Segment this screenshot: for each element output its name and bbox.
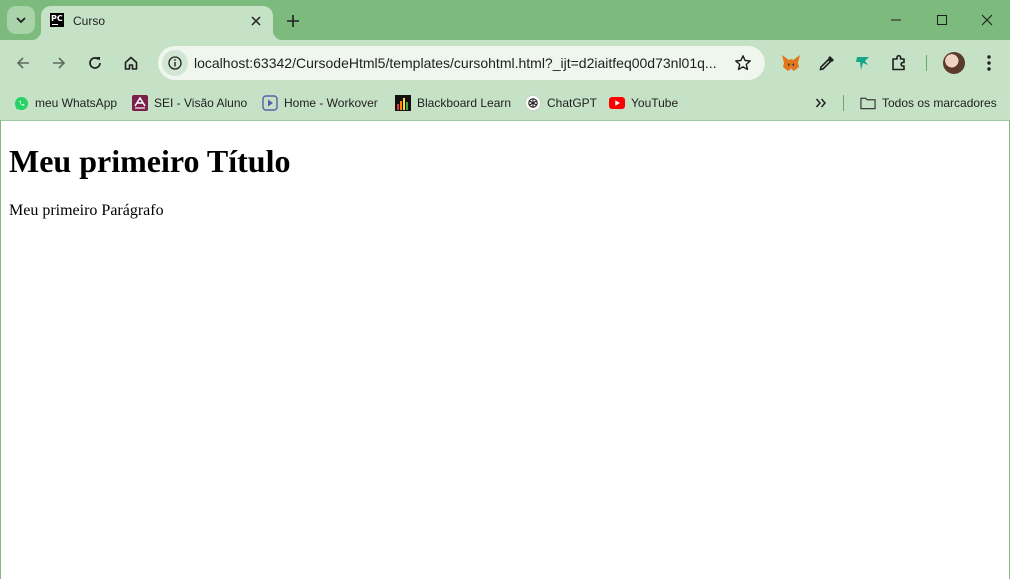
- tab-close-button[interactable]: [248, 13, 264, 29]
- minimize-icon: [891, 19, 901, 21]
- puzzle-icon: [892, 54, 905, 71]
- site-info-button[interactable]: [162, 50, 188, 76]
- bookmarks-divider: [843, 95, 844, 111]
- double-chevron-right-icon: [815, 98, 826, 108]
- bookmark-meu-whatsapp[interactable]: meu WhatsApp: [13, 92, 117, 114]
- whatsapp-icon: [13, 95, 29, 111]
- star-icon: [735, 55, 751, 71]
- bookmark-sei-visao-aluno[interactable]: SEI - Visão Aluno: [132, 92, 247, 114]
- all-bookmarks-button[interactable]: Todos os marcadores: [860, 92, 997, 114]
- pycharm-icon: PC: [50, 13, 64, 27]
- active-tab[interactable]: PC Curso: [31, 6, 283, 40]
- chatgpt-icon: [525, 95, 541, 111]
- page-heading: Meu primeiro Título: [9, 143, 291, 179]
- eyedropper-icon: [819, 56, 834, 71]
- page-viewport: Meu primeiro Título Meu primeiro Parágra…: [0, 120, 1010, 579]
- close-icon: [251, 16, 261, 26]
- workover-icon: [262, 95, 278, 111]
- url-text[interactable]: localhost:63342/CursodeHtml5/templates/c…: [194, 55, 724, 71]
- more-bookmarks-button[interactable]: [811, 93, 831, 113]
- teal-extension-button[interactable]: [851, 51, 875, 75]
- home-button[interactable]: [117, 49, 145, 77]
- maximize-button[interactable]: [919, 0, 965, 40]
- tab-strip: PC Curso: [0, 0, 1010, 40]
- youtube-icon: [609, 95, 625, 111]
- bookmarks-bar: meu WhatsApp SEI - Visão Aluno Home - Wo…: [0, 86, 1010, 120]
- toolbar-divider: [926, 55, 927, 71]
- address-bar[interactable]: localhost:63342/CursodeHtml5/templates/c…: [158, 46, 765, 80]
- home-icon: [124, 56, 138, 70]
- window-close-button[interactable]: [964, 0, 1010, 40]
- tab-title: Curso: [73, 14, 106, 28]
- fox-icon: [782, 55, 800, 71]
- folder-icon: [860, 95, 876, 111]
- profile-avatar[interactable]: [943, 52, 965, 74]
- bookmark-label: Home - Workover: [284, 96, 378, 110]
- info-icon: [168, 56, 182, 70]
- plus-icon: [287, 15, 299, 27]
- bookmark-label: Blackboard Learn: [417, 96, 512, 110]
- bookmark-label: meu WhatsApp: [35, 96, 118, 110]
- reload-button[interactable]: [81, 49, 109, 77]
- close-icon: [981, 14, 993, 26]
- bookmark-label: SEI - Visão Aluno: [154, 96, 248, 110]
- menu-button[interactable]: [977, 51, 1001, 75]
- metamask-extension-button[interactable]: [779, 51, 803, 75]
- forward-button[interactable]: [45, 49, 73, 77]
- page-paragraph: Meu primeiro Parágrafo: [9, 202, 164, 219]
- browser-toolbar: localhost:63342/CursodeHtml5/templates/c…: [0, 40, 1010, 86]
- arrow-right-icon: [53, 57, 66, 69]
- new-tab-button[interactable]: [282, 10, 304, 32]
- eyedropper-extension-button[interactable]: [815, 51, 839, 75]
- maximize-icon: [937, 15, 947, 25]
- reload-icon: [89, 57, 101, 69]
- bookmark-star-button[interactable]: [733, 53, 753, 73]
- extension-logo-icon: [856, 57, 869, 70]
- all-bookmarks-label: Todos os marcadores: [882, 96, 997, 110]
- bookmark-youtube[interactable]: YouTube: [609, 92, 678, 114]
- blackboard-icon: [395, 95, 411, 111]
- chevron-down-icon: [16, 17, 26, 24]
- sei-icon: [132, 95, 148, 111]
- bookmark-home-workover[interactable]: Home - Workover: [262, 92, 378, 114]
- bookmark-chatgpt[interactable]: ChatGPT: [525, 92, 597, 114]
- back-button[interactable]: [9, 49, 37, 77]
- extensions-button[interactable]: [887, 51, 911, 75]
- minimize-button[interactable]: [873, 0, 919, 40]
- more-vert-icon: [987, 55, 991, 71]
- arrow-left-icon: [16, 57, 29, 69]
- bookmark-blackboard-learn[interactable]: Blackboard Learn: [395, 92, 511, 114]
- bookmark-label: ChatGPT: [547, 96, 598, 110]
- bookmark-label: YouTube: [631, 96, 679, 110]
